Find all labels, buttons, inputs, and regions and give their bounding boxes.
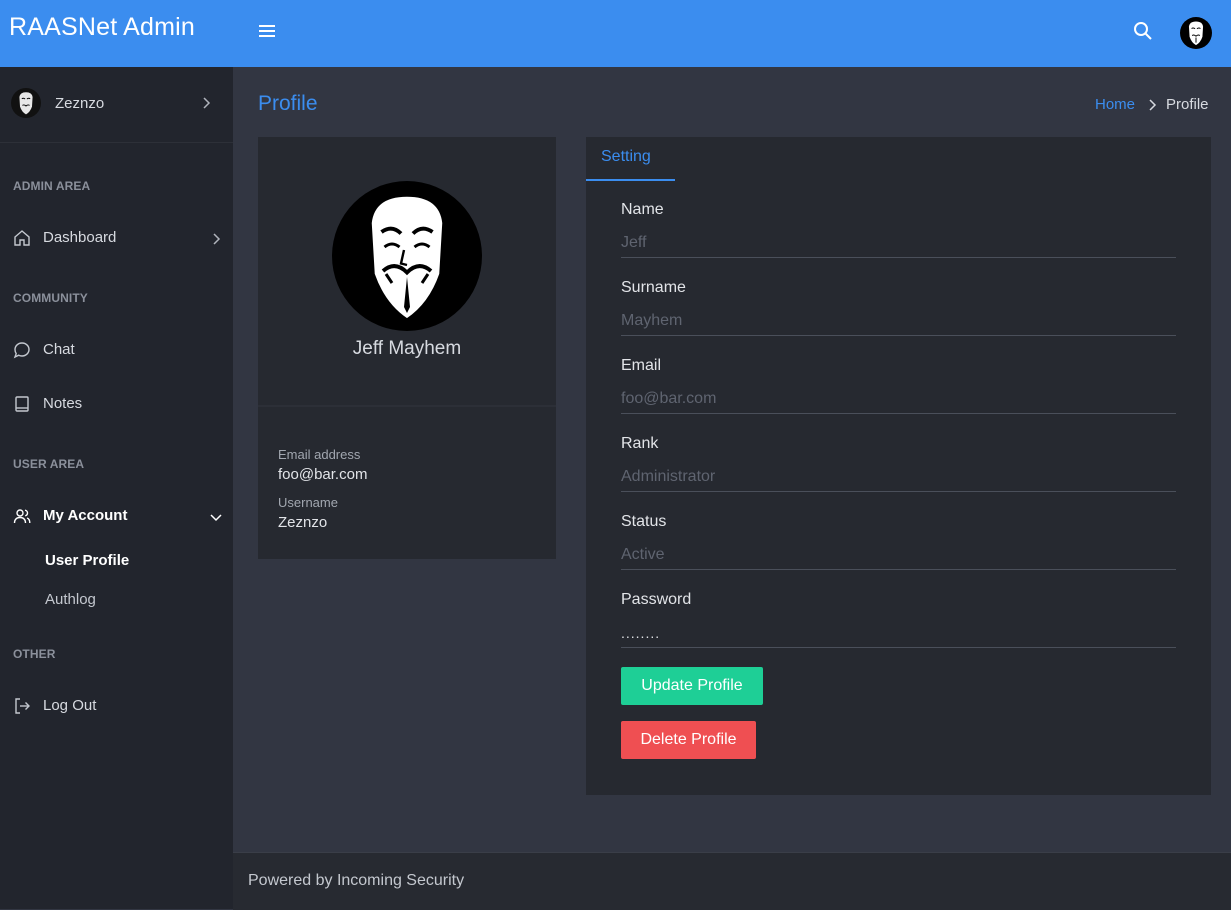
chevron-down-icon bbox=[210, 510, 222, 522]
email-label: Email bbox=[621, 357, 662, 374]
sidebar-username: Zeznzo bbox=[55, 95, 105, 112]
chevron-right-icon bbox=[210, 232, 222, 245]
profile-full-name: Jeff Mayhem bbox=[352, 338, 462, 359]
sidebar-subitem-authlog[interactable]: Authlog bbox=[45, 591, 96, 608]
footer: Powered by Incoming Security bbox=[233, 852, 1231, 910]
tab-setting-label: Setting bbox=[601, 148, 651, 165]
sidebar-item-label: Notes bbox=[43, 395, 83, 412]
rank-label: Rank bbox=[621, 435, 659, 452]
sidebar-user-toggle[interactable]: Zeznzo bbox=[0, 67, 233, 143]
password-input[interactable] bbox=[621, 619, 1176, 648]
profile-summary-card: Jeff Mayhem Email address foo@bar.com Us… bbox=[258, 137, 556, 559]
section-admin-area: ADMIN AREA bbox=[13, 179, 91, 193]
profile-avatar-icon bbox=[332, 181, 482, 331]
sidebar-item-dashboard[interactable]: Dashboard bbox=[0, 218, 233, 258]
sidebar-item-logout[interactable]: Log Out bbox=[0, 686, 233, 726]
section-user-area: USER AREA bbox=[13, 457, 85, 471]
breadcrumb-current: Profile bbox=[1166, 96, 1209, 113]
sidebar-item-label: My Account bbox=[43, 507, 128, 524]
page-title: Profile bbox=[258, 92, 318, 115]
logout-icon bbox=[13, 697, 31, 715]
name-input[interactable] bbox=[621, 229, 1176, 258]
user-avatar-icon[interactable] bbox=[1180, 17, 1212, 49]
app-title[interactable]: RAASNet Admin bbox=[9, 13, 195, 42]
top-navbar: RAASNet Admin bbox=[0, 0, 1231, 67]
password-label: Password bbox=[621, 591, 692, 608]
delete-profile-button[interactable]: Delete Profile bbox=[621, 721, 756, 759]
rank-input[interactable] bbox=[621, 463, 1176, 492]
sidebar-avatar-icon bbox=[11, 88, 41, 118]
update-profile-button[interactable]: Update Profile bbox=[621, 667, 763, 705]
card-divider bbox=[258, 405, 556, 407]
notebook-icon bbox=[13, 395, 31, 413]
sidebar-item-label: Dashboard bbox=[43, 229, 117, 246]
section-community: COMMUNITY bbox=[13, 291, 88, 305]
sidebar-item-notes[interactable]: Notes bbox=[0, 384, 233, 424]
username-label: Username bbox=[278, 495, 338, 510]
section-other: OTHER bbox=[13, 647, 56, 661]
sidebar-subitem-user-profile[interactable]: User Profile bbox=[45, 552, 129, 569]
sidebar-item-label: Log Out bbox=[43, 697, 97, 714]
tab-setting[interactable]: Setting bbox=[586, 137, 675, 181]
chat-bubble-icon bbox=[13, 341, 31, 359]
footer-text: Powered by Incoming Security bbox=[248, 872, 465, 889]
hamburger-menu-icon[interactable] bbox=[258, 22, 276, 40]
email-address-label: Email address bbox=[278, 447, 361, 462]
name-label: Name bbox=[621, 201, 664, 218]
sidebar: Zeznzo ADMIN AREA Dashboard COMMUNITY Ch… bbox=[0, 67, 233, 909]
chevron-right-icon bbox=[1147, 98, 1157, 111]
users-icon bbox=[13, 507, 31, 525]
chevron-right-icon bbox=[200, 96, 212, 109]
sidebar-item-label: Chat bbox=[43, 341, 75, 358]
breadcrumb-home-link[interactable]: Home bbox=[1095, 96, 1135, 113]
search-icon[interactable] bbox=[1132, 20, 1154, 42]
settings-card: Setting Name Surname Email Rank Status P… bbox=[586, 137, 1211, 795]
email-address-value: foo@bar.com bbox=[278, 466, 368, 483]
username-value: Zeznzo bbox=[278, 514, 328, 531]
surname-input[interactable] bbox=[621, 307, 1176, 336]
sidebar-item-chat[interactable]: Chat bbox=[0, 330, 233, 370]
surname-label: Surname bbox=[621, 279, 686, 296]
email-input[interactable] bbox=[621, 385, 1176, 414]
status-input[interactable] bbox=[621, 541, 1176, 570]
home-icon bbox=[13, 229, 31, 247]
status-label: Status bbox=[621, 513, 667, 530]
sidebar-item-my-account[interactable]: My Account bbox=[0, 496, 233, 536]
